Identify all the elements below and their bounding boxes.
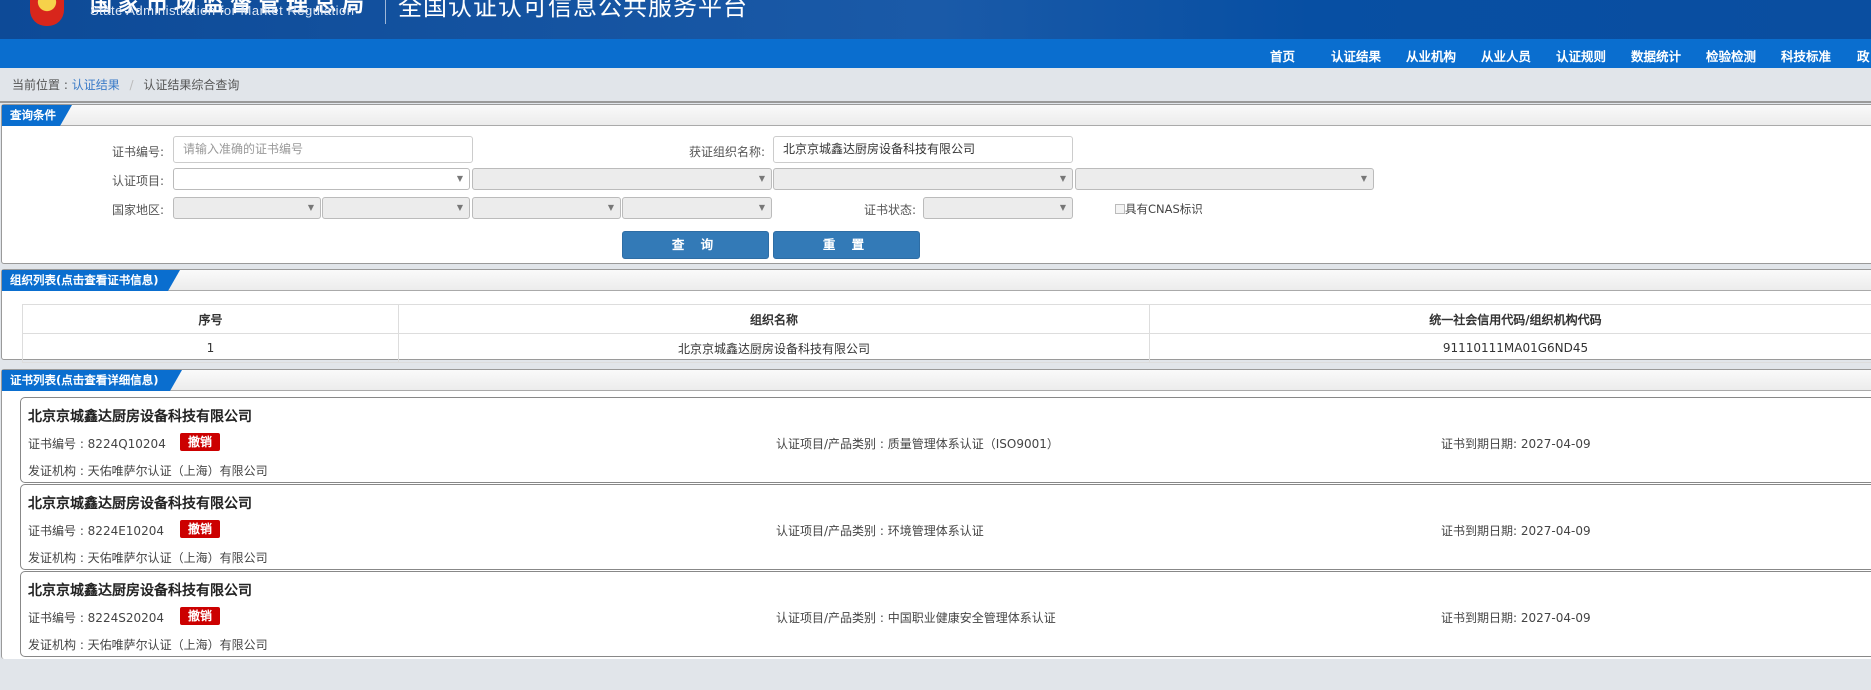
reset-button[interactable]: 重 置	[773, 231, 920, 259]
cert-number: 证书编号 : 8224E10204	[28, 524, 164, 538]
region-select-2[interactable]: ▼	[322, 197, 470, 219]
dropdown-arrow-icon: ▼	[758, 203, 765, 212]
nav-personnel[interactable]: 从业人员	[1481, 46, 1531, 65]
nav-standards[interactable]: 科技标准	[1781, 46, 1831, 65]
cert-card[interactable]: 北京京城鑫达厨房设备科技有限公司 证书编号 : 8224S20204 撤销 认证…	[20, 571, 1871, 657]
cert-category: 认证项目/产品类别 : 中国职业健康安全管理体系认证	[776, 611, 1056, 625]
divider	[0, 101, 1871, 103]
cnas-checkbox-row[interactable]: 具有CNAS标识	[1115, 201, 1203, 217]
nav-cert-results[interactable]: 认证结果	[1331, 46, 1381, 65]
cert-org-name: 北京京城鑫达厨房设备科技有限公司	[28, 583, 252, 599]
project-label: 认证项目:	[111, 174, 164, 188]
table-header-row: 序号 组织名称 统一社会信用代码/组织机构代码	[22, 304, 1871, 334]
dropdown-arrow-icon: ▼	[758, 174, 765, 183]
cert-category: 认证项目/产品类别 : 质量管理体系认证（ISO9001）	[776, 437, 1059, 451]
header-divider	[385, 0, 386, 24]
agency-name-en: State Administration for Market Regulati…	[90, 3, 355, 18]
col-index: 序号	[22, 304, 399, 334]
org-list-title: 组织列表(点击查看证书信息)	[2, 270, 180, 291]
cert-expiry: 证书到期日期: 2027-04-09	[1441, 524, 1591, 538]
site-header: 国家市场监督管理总局 State Administration for Mark…	[0, 0, 1871, 39]
region-select-1[interactable]: ▼	[173, 197, 321, 219]
dropdown-arrow-icon: ▼	[456, 174, 463, 183]
nav-institutions[interactable]: 从业机构	[1406, 46, 1456, 65]
main-nav: 首页 认证结果 从业机构 从业人员 认证规则 数据统计 检验检测 科技标准 政	[0, 39, 1871, 68]
cert-expiry: 证书到期日期: 2027-04-09	[1441, 611, 1591, 625]
region-label: 国家地区:	[111, 203, 164, 217]
org-table: 序号 组织名称 统一社会信用代码/组织机构代码 1 北京京城鑫达厨房设备科技有限…	[22, 304, 1871, 363]
breadcrumb-link[interactable]: 认证结果	[72, 78, 120, 92]
platform-title: 全国认证认可信息公共服务平台	[398, 0, 748, 21]
nav-rules[interactable]: 认证规则	[1556, 46, 1606, 65]
nav-policy[interactable]: 政	[1857, 46, 1870, 65]
cert-issuer: 发证机构 : 天佑唯萨尔认证（上海）有限公司	[28, 464, 268, 478]
nav-statistics[interactable]: 数据统计	[1631, 46, 1681, 65]
national-emblem-icon	[30, 0, 64, 26]
project-select-2[interactable]: ▼	[472, 168, 772, 190]
dropdown-arrow-icon: ▼	[307, 203, 314, 212]
breadcrumb-prefix: 当前位置 :	[12, 78, 68, 92]
dropdown-arrow-icon: ▼	[1360, 174, 1367, 183]
search-button[interactable]: 查 询	[622, 231, 769, 259]
col-credit-code: 统一社会信用代码/组织机构代码	[1149, 304, 1871, 334]
cert-issuer: 发证机构 : 天佑唯萨尔认证（上海）有限公司	[28, 551, 268, 565]
dropdown-arrow-icon: ▼	[1059, 174, 1066, 183]
cert-org-name: 北京京城鑫达厨房设备科技有限公司	[28, 409, 252, 425]
dropdown-arrow-icon: ▼	[1059, 203, 1066, 212]
row-org-name[interactable]: 北京京城鑫达厨房设备科技有限公司	[398, 333, 1150, 363]
project-select-4[interactable]: ▼	[1075, 168, 1374, 190]
org-list-panel: 组织列表(点击查看证书信息) 序号 组织名称 统一社会信用代码/组织机构代码 1…	[1, 269, 1871, 363]
org-name-label: 获证组织名称:	[688, 145, 765, 159]
col-org-name: 组织名称	[398, 304, 1150, 334]
status-badge: 撤销	[180, 433, 220, 451]
query-panel-title: 查询条件	[2, 105, 72, 126]
cert-list-title: 证书列表(点击查看详细信息)	[2, 370, 182, 391]
cert-card[interactable]: 北京京城鑫达厨房设备科技有限公司 证书编号 : 8224Q10204 撤销 认证…	[20, 397, 1871, 483]
status-badge: 撤销	[180, 520, 220, 538]
status-label: 证书状态:	[863, 203, 916, 217]
cert-card[interactable]: 北京京城鑫达厨房设备科技有限公司 证书编号 : 8224E10204 撤销 认证…	[20, 484, 1871, 570]
cert-org-name: 北京京城鑫达厨房设备科技有限公司	[28, 496, 252, 512]
status-select[interactable]: ▼	[923, 197, 1073, 219]
status-badge: 撤销	[180, 607, 220, 625]
cert-number: 证书编号 : 8224Q10204	[28, 437, 166, 451]
cert-number: 证书编号 : 8224S20204	[28, 611, 165, 625]
cert-no-input[interactable]: 请输入准确的证书编号	[173, 136, 473, 163]
org-name-input[interactable]: 北京京城鑫达厨房设备科技有限公司	[773, 136, 1073, 163]
cert-issuer: 发证机构 : 天佑唯萨尔认证（上海）有限公司	[28, 638, 268, 652]
breadcrumb-separator: /	[129, 78, 134, 92]
breadcrumb: 当前位置 : 认证结果 / 认证结果综合查询	[12, 76, 239, 93]
nav-home[interactable]: 首页	[1270, 46, 1295, 65]
dropdown-arrow-icon: ▼	[456, 203, 463, 212]
region-select-3[interactable]: ▼	[472, 197, 621, 219]
nav-inspection[interactable]: 检验检测	[1706, 46, 1756, 65]
cnas-checkbox[interactable]	[1115, 204, 1125, 214]
query-panel: 查询条件 证书编号: 请输入准确的证书编号 获证组织名称: 北京京城鑫达厨房设备…	[1, 104, 1871, 264]
row-credit-code: 91110111MA01G6ND45	[1149, 333, 1871, 363]
row-index: 1	[22, 333, 399, 363]
cert-category: 认证项目/产品类别 : 环境管理体系认证	[776, 524, 984, 538]
project-select-1[interactable]: ▼	[173, 168, 470, 190]
cert-expiry: 证书到期日期: 2027-04-09	[1441, 437, 1591, 451]
cert-no-label: 证书编号:	[111, 145, 164, 159]
project-select-3[interactable]: ▼	[773, 168, 1073, 190]
region-select-4[interactable]: ▼	[622, 197, 772, 219]
table-row[interactable]: 1 北京京城鑫达厨房设备科技有限公司 91110111MA01G6ND45	[22, 333, 1871, 363]
cnas-label: 具有CNAS标识	[1125, 202, 1203, 216]
dropdown-arrow-icon: ▼	[607, 203, 614, 212]
breadcrumb-current: 认证结果综合查询	[143, 78, 240, 92]
